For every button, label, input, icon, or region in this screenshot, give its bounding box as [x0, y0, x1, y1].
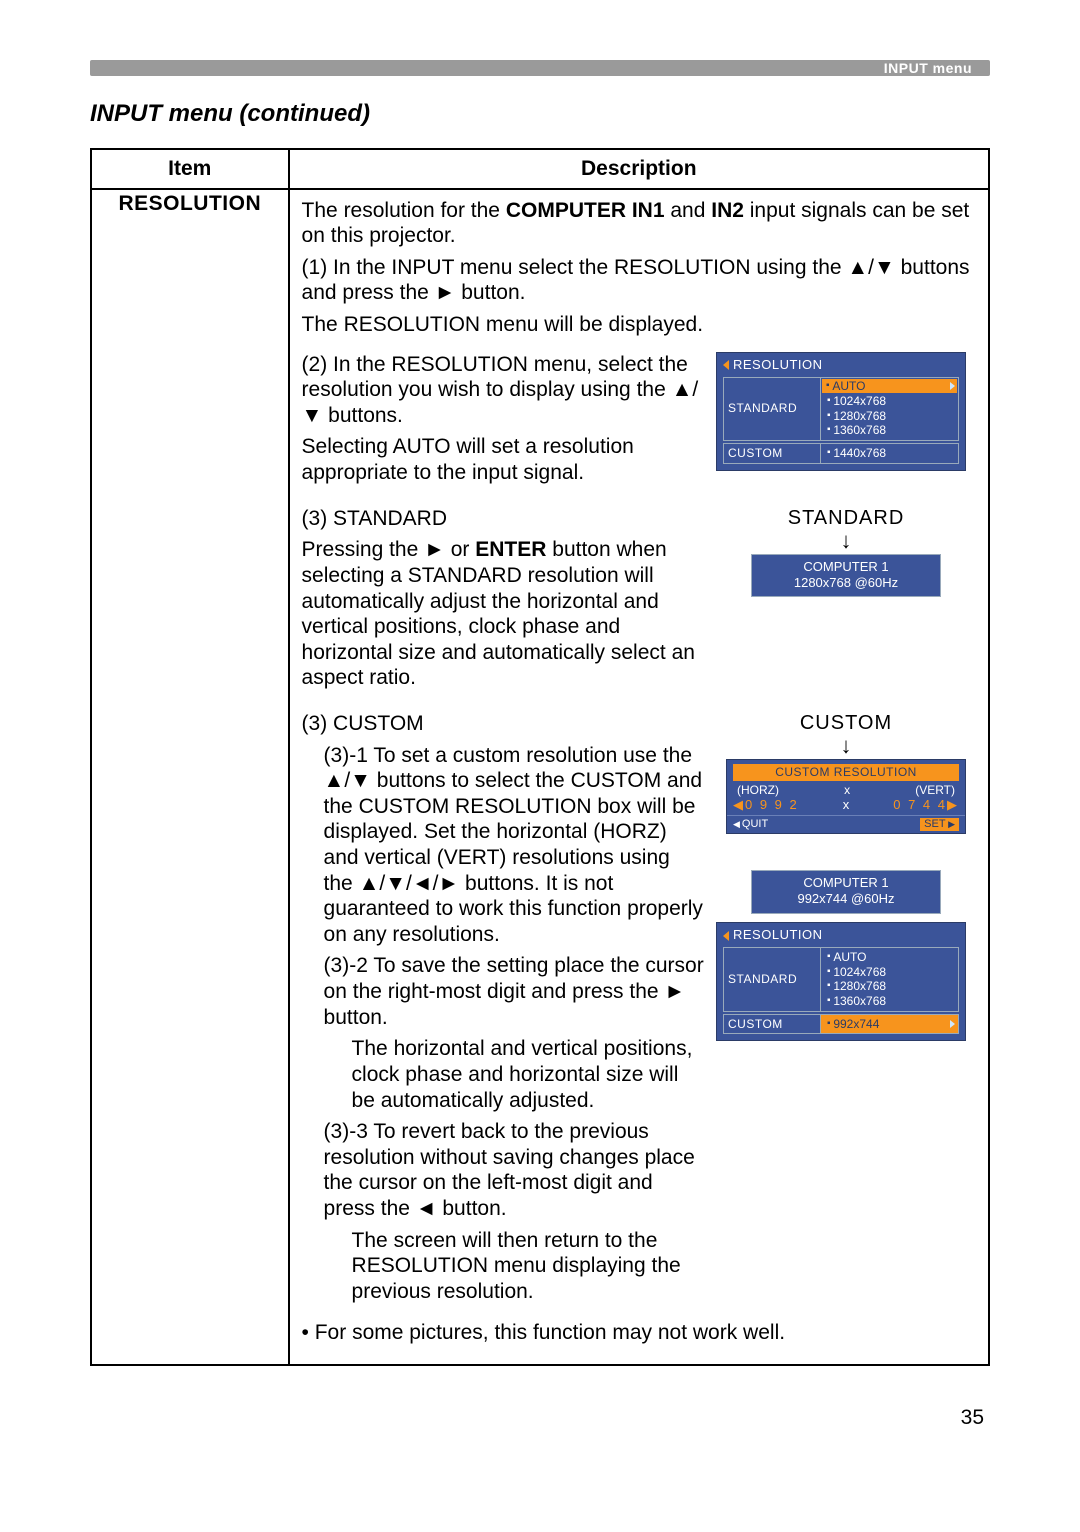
description-cell: The resolution for the COMPUTER IN1 and …	[289, 189, 989, 1365]
mid-x-2: x	[843, 797, 850, 813]
osd-custom-label: CUSTOM	[723, 443, 821, 464]
custom-line-2: (3)-1 To set a custom resolution use the…	[302, 743, 704, 948]
mid-x-1: x	[844, 783, 850, 798]
osd-custom-value-2: 992x744	[821, 1014, 959, 1035]
standard-mode: 1280x768 @60Hz	[756, 575, 936, 591]
osd-option-1280: 1280x768	[827, 409, 954, 424]
osd-option-1280-2: 1280x768	[827, 979, 954, 994]
quit-label: QUIT	[733, 818, 768, 831]
step3-line-1: (3) STANDARD	[302, 506, 704, 532]
osd-standard-result: COMPUTER 1 1280x768 @60Hz	[751, 554, 941, 598]
osd-option-auto-2: AUTO	[827, 950, 954, 965]
custom-line-5: (3)-3 To revert back to the previous res…	[302, 1119, 704, 1221]
custom-heading: CUSTOM	[716, 711, 976, 735]
section-title: INPUT menu (continued)	[90, 100, 990, 128]
step3-line-2: Pressing the ► or ENTER button when sele…	[302, 537, 704, 691]
osd-resolution-menu-2: RESOLUTION STANDARD AUTO 1024x768 1280x7…	[716, 922, 966, 1041]
osd-custom-value-1: 1440x768	[821, 443, 959, 464]
note-line: • For some pictures, this function may n…	[302, 1320, 976, 1346]
col-header-item: Item	[91, 149, 289, 189]
down-arrow-icon: ↓	[716, 532, 976, 550]
osd-standard-options: AUTO 1024x768 1280x768 1360x768	[821, 377, 959, 442]
osd-option-1360: 1360x768	[827, 423, 954, 438]
intro-line-2: (1) In the INPUT menu select the RESOLUT…	[302, 255, 976, 306]
custom-line-4: The horizontal and vertical positions, c…	[302, 1036, 704, 1113]
osd-option-1360-2: 1360x768	[827, 994, 954, 1009]
osd-title-2: RESOLUTION	[717, 927, 965, 945]
osd-custom-label-2: CUSTOM	[723, 1014, 821, 1035]
header-rule: INPUT menu	[90, 60, 990, 76]
custom-res-title: CUSTOM RESOLUTION	[733, 764, 959, 781]
horz-value: ◀0 9 9 2	[733, 797, 799, 813]
step2-line-1: (2) In the RESOLUTION menu, select the r…	[302, 352, 704, 429]
vert-label: (VERT)	[915, 783, 955, 798]
col-header-description: Description	[289, 149, 989, 189]
osd-option-1024: 1024x768	[827, 394, 954, 409]
osd-standard-label-2: STANDARD	[723, 947, 821, 1012]
osd-resolution-menu-1: RESOLUTION STANDARD AUTO 1024x768 1280x7…	[716, 352, 966, 471]
custom-mode: 992x744 @60Hz	[756, 891, 936, 907]
osd-standard-label: STANDARD	[723, 377, 821, 442]
custom-line-6: The screen will then return to the RESOL…	[302, 1228, 704, 1305]
osd-custom-result: COMPUTER 1 992x744 @60Hz	[751, 870, 941, 914]
page-number: 35	[90, 1366, 990, 1430]
item-cell-resolution: RESOLUTION	[91, 189, 289, 1365]
standard-heading: STANDARD	[716, 506, 976, 530]
intro-line-1: The resolution for the COMPUTER IN1 and …	[302, 198, 976, 249]
intro-line-3: The RESOLUTION menu will be displayed.	[302, 312, 976, 338]
custom-line-3: (3)-2 To save the setting place the curs…	[302, 953, 704, 1030]
osd-option-1024-2: 1024x768	[827, 965, 954, 980]
custom-line-1: (3) CUSTOM	[302, 711, 704, 737]
standard-source: COMPUTER 1	[756, 559, 936, 575]
set-label: SET	[920, 818, 959, 831]
osd-custom-resolution-box: CUSTOM RESOLUTION (HORZ) x (VERT) ◀0 9 9…	[726, 759, 966, 835]
osd-option-auto: AUTO	[822, 379, 957, 394]
horz-label: (HORZ)	[737, 783, 779, 798]
vert-value: 0 7 4 4▶	[893, 797, 959, 813]
osd-title: RESOLUTION	[717, 357, 965, 375]
osd-standard-options-2: AUTO 1024x768 1280x768 1360x768	[821, 947, 959, 1012]
step2-line-2: Selecting AUTO will set a resolution app…	[302, 434, 704, 485]
down-arrow-icon-2: ↓	[716, 737, 976, 755]
custom-source: COMPUTER 1	[756, 875, 936, 891]
header-label: INPUT menu	[884, 60, 972, 76]
resolution-table: Item Description RESOLUTION The resoluti…	[90, 148, 990, 1366]
